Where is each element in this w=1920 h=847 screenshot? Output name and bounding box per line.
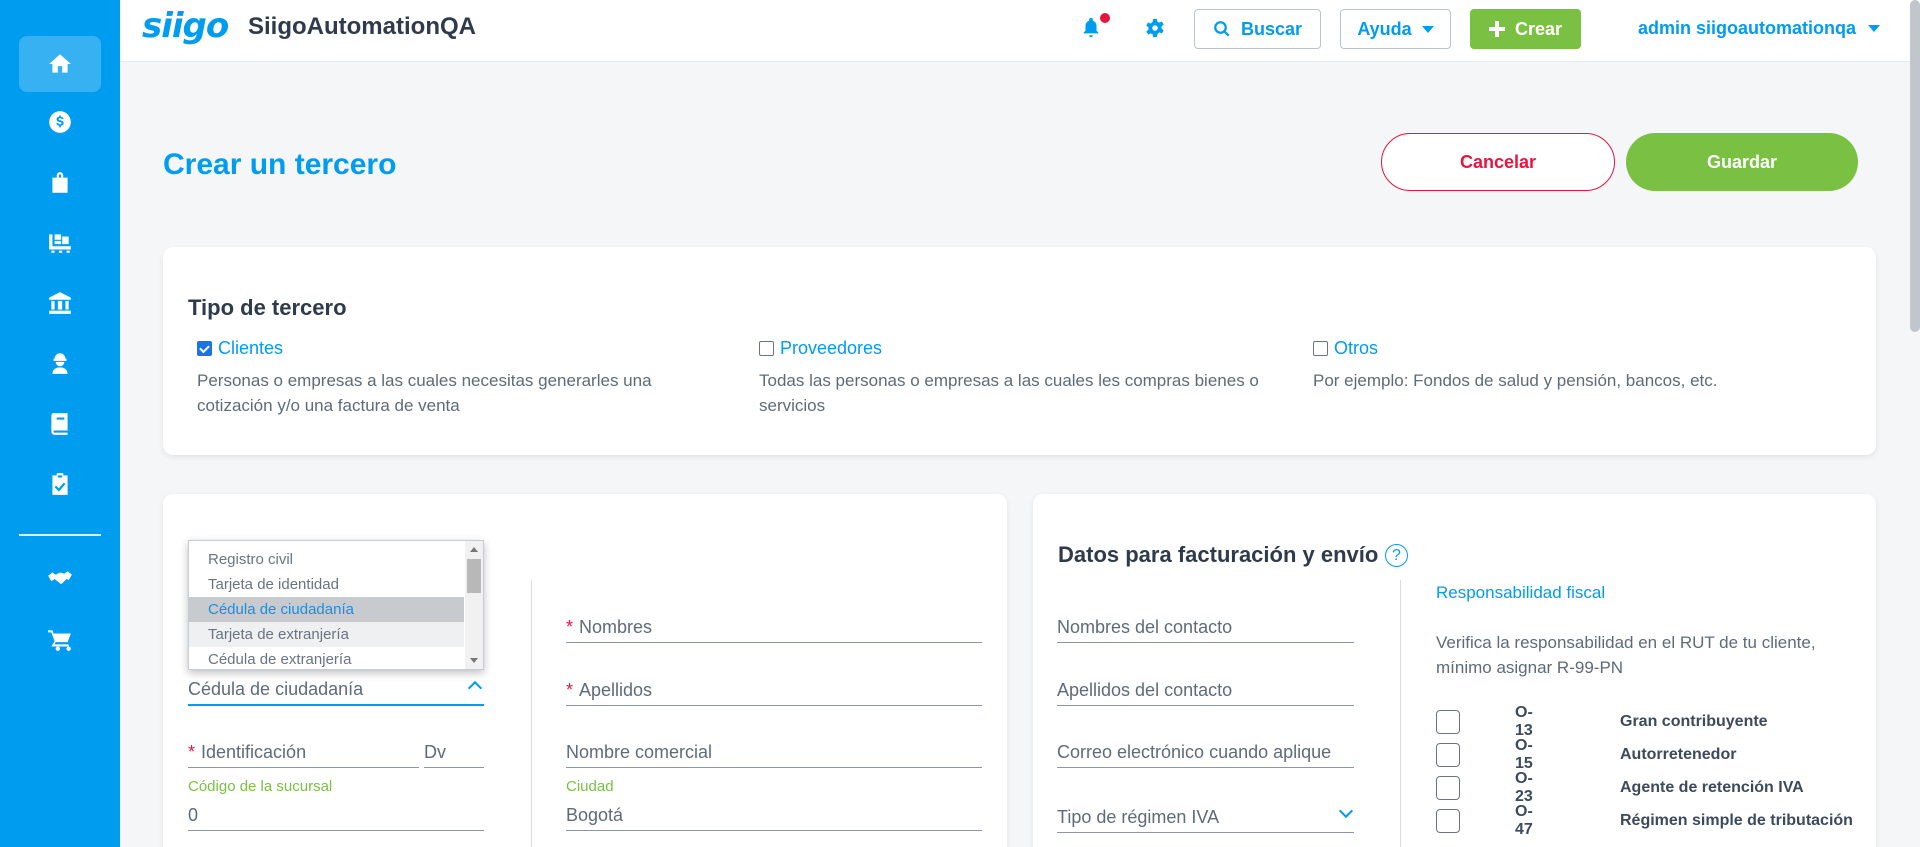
dv-field[interactable]: Dv	[424, 732, 484, 768]
section-title: Datos para facturación y envío	[1058, 542, 1379, 567]
email-field[interactable]: Correo electrónico cuando aplique	[1057, 732, 1354, 768]
save-button[interactable]: Guardar	[1626, 133, 1858, 191]
sidebar-item-sales[interactable]	[19, 94, 101, 150]
required-mark: *	[566, 617, 574, 637]
bank-icon	[49, 292, 71, 314]
handshake-icon	[48, 571, 72, 584]
responsibility-checkbox[interactable]	[1436, 809, 1460, 833]
dropdown-option[interactable]: Tarjeta de extranjería	[189, 622, 464, 647]
search-icon	[1214, 21, 1230, 37]
user-name: admin siigoautomationqa	[1638, 18, 1857, 38]
company-name: SiigoAutomationQA	[248, 13, 476, 40]
contact-surnames-field[interactable]: Apellidos del contacto	[1057, 670, 1354, 706]
sidebar-divider	[19, 534, 101, 536]
sidebar-item-inventory[interactable]	[19, 215, 101, 271]
sidebar-item-purchases[interactable]	[19, 155, 101, 211]
responsibility-row[interactable]: O-15 Autorretenedor	[1436, 737, 1736, 772]
column-divider	[531, 580, 532, 847]
pallet-icon	[49, 234, 71, 253]
dropdown-option[interactable]: Tarjeta de identidad	[189, 572, 464, 597]
chevron-down-icon	[1421, 25, 1434, 33]
sidebar-item-partners[interactable]	[19, 551, 101, 607]
bell-icon[interactable]	[1080, 16, 1102, 38]
fiscal-responsibility-desc: Verifica la responsabilidad en el RUT de…	[1436, 633, 1816, 677]
city-field[interactable]: Bogotá	[566, 795, 982, 831]
user-menu[interactable]: admin siigoautomationqa	[1638, 18, 1881, 39]
sidebar	[0, 0, 120, 847]
notification-badge	[1100, 13, 1110, 23]
shopping-bag-icon	[52, 172, 68, 193]
scroll-down-icon[interactable]	[470, 658, 478, 663]
section-title: Tipo de tercero	[188, 295, 347, 320]
cart-icon	[48, 630, 71, 651]
create-label: Crear	[1514, 18, 1563, 39]
scroll-up-icon[interactable]	[470, 547, 478, 552]
responsibility-checkbox[interactable]	[1436, 743, 1460, 767]
others-checkbox[interactable]	[1313, 341, 1328, 356]
page-scrollbar[interactable]	[1910, 0, 1920, 332]
top-header: siigo SiigoAutomationQA Buscar Ayuda Cre…	[120, 0, 1920, 62]
home-icon	[49, 54, 71, 73]
required-mark: *	[188, 742, 196, 762]
third-party-type-card: Tipo de tercero Clientes Personas o empr…	[163, 247, 1876, 455]
worker-icon	[52, 353, 68, 374]
gear-icon[interactable]	[1144, 17, 1166, 39]
iva-regime-select[interactable]: Tipo de régimen IVA	[1057, 797, 1354, 833]
responsibility-row[interactable]: O-47 Régimen simple de tributación	[1436, 803, 1853, 838]
chevron-down-icon	[1868, 25, 1881, 32]
responsibility-row[interactable]: O-23 Agente de retención IVA	[1436, 770, 1804, 805]
fiscal-responsibility-title: Responsabilidad fiscal	[1436, 583, 1606, 602]
option-description: Por ejemplo: Fondos de salud y pensión, …	[1313, 371, 1718, 390]
dollar-icon	[49, 111, 71, 133]
search-label: Buscar	[1240, 18, 1303, 39]
cancel-button[interactable]: Cancelar	[1381, 133, 1615, 191]
plus-icon	[1488, 21, 1505, 37]
city-label: Ciudad	[566, 778, 614, 795]
option-others[interactable]: Otros	[1313, 338, 1378, 359]
responsibility-checkbox[interactable]	[1436, 776, 1460, 800]
book-icon	[51, 413, 68, 435]
dropdown-option[interactable]: Registro civil	[189, 547, 464, 572]
sidebar-item-store[interactable]	[19, 612, 101, 668]
option-label: Clientes	[218, 338, 284, 358]
page-title: Crear un tercero	[163, 148, 397, 181]
option-suppliers[interactable]: Proveedores	[759, 338, 882, 359]
surnames-field[interactable]: * Apellidos	[566, 670, 982, 706]
search-button[interactable]: Buscar	[1194, 9, 1321, 49]
scroll-thumb[interactable]	[467, 559, 481, 593]
help-button[interactable]: Ayuda	[1340, 9, 1451, 49]
trade-name-field[interactable]: Nombre comercial	[566, 732, 982, 768]
branch-code-field[interactable]: 0	[188, 795, 484, 831]
option-clients[interactable]: Clientes	[197, 338, 283, 359]
contact-names-field[interactable]: Nombres del contacto	[1057, 607, 1354, 643]
column-divider	[1400, 580, 1401, 847]
dropdown-option[interactable]: Cédula de extranjería	[189, 647, 464, 669]
siigo-logo[interactable]: siigo	[142, 6, 229, 46]
sidebar-item-tasks[interactable]	[19, 456, 101, 512]
clients-checkbox[interactable]	[197, 341, 212, 356]
suppliers-checkbox[interactable]	[759, 341, 774, 356]
responsibility-row[interactable]: O-13 Gran contribuyente	[1436, 704, 1768, 739]
option-label: Otros	[1334, 338, 1379, 358]
document-type-select[interactable]: Cédula de ciudadanía	[188, 670, 484, 706]
help-label: Ayuda	[1357, 18, 1412, 39]
dropdown-option-selected[interactable]: Cédula de ciudadanía	[189, 597, 464, 622]
document-type-dropdown[interactable]: Registro civil Tarjeta de identidad Cédu…	[188, 540, 484, 670]
branch-label: Código de la sucursal	[188, 778, 333, 795]
clipboard-check-icon	[52, 473, 68, 495]
sidebar-item-banks[interactable]	[19, 275, 101, 331]
option-label: Proveedores	[780, 338, 883, 358]
identification-field[interactable]: * Identificación	[188, 732, 419, 768]
responsibility-checkbox[interactable]	[1436, 710, 1460, 734]
sidebar-item-payroll[interactable]	[19, 335, 101, 391]
dropdown-scrollbar[interactable]	[465, 541, 483, 669]
names-field[interactable]: * Nombres	[566, 607, 982, 643]
required-mark: *	[566, 680, 574, 700]
sidebar-item-accounting[interactable]	[19, 396, 101, 452]
create-button[interactable]: Crear	[1470, 9, 1581, 49]
help-icon[interactable]: ?	[1385, 544, 1408, 567]
sidebar-item-home[interactable]	[19, 36, 101, 92]
option-description: Personas o empresas a las cuales necesit…	[197, 371, 652, 415]
option-description: Todas las personas o empresas a las cual…	[759, 371, 1259, 415]
